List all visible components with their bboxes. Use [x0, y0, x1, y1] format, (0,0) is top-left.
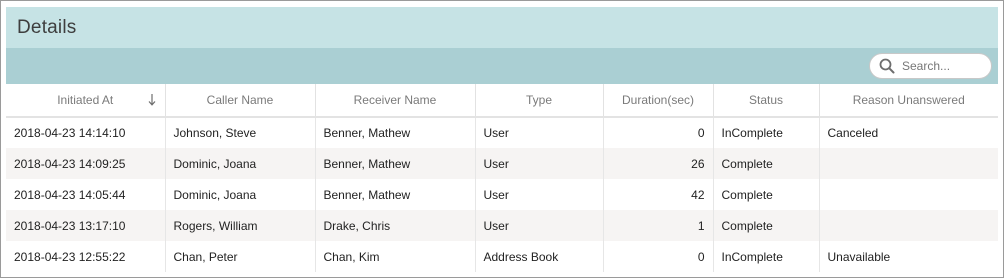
- search-input[interactable]: [902, 59, 982, 73]
- table-row[interactable]: 2018-04-23 14:14:10 Johnson, Steve Benne…: [6, 117, 998, 148]
- cell-reason-unanswered: [819, 179, 998, 210]
- column-header-status[interactable]: Status: [713, 84, 820, 118]
- cell-duration: 0: [603, 117, 714, 148]
- column-header-duration[interactable]: Duration(sec): [603, 84, 714, 118]
- cell-status: Complete: [713, 179, 820, 210]
- cell-caller-name: Chan, Peter: [165, 241, 316, 272]
- cell-caller-name: Dominic, Joana: [165, 179, 316, 210]
- column-header-label: Duration(sec): [621, 93, 695, 107]
- cell-reason-unanswered: Unavailable: [819, 241, 998, 272]
- cell-caller-name: Dominic, Joana: [165, 148, 316, 179]
- column-header-label: Type: [525, 93, 552, 107]
- cell-receiver-name: Benner, Mathew: [315, 179, 476, 210]
- sort-descending-icon[interactable]: [148, 93, 156, 106]
- cell-caller-name: Johnson, Steve: [165, 117, 316, 148]
- cell-type: User: [475, 210, 604, 241]
- column-header-type[interactable]: Type: [475, 84, 604, 118]
- table-header-row: Initiated At Caller Name Receiver Name T…: [6, 84, 998, 118]
- cell-initiated-at: 2018-04-23 14:05:44: [6, 179, 166, 210]
- column-header-initiated-at[interactable]: Initiated At: [6, 84, 166, 118]
- cell-type: User: [475, 148, 604, 179]
- cell-initiated-at: 2018-04-23 14:14:10: [6, 117, 166, 148]
- column-header-caller-name[interactable]: Caller Name: [165, 84, 316, 118]
- column-header-reason-unanswered[interactable]: Reason Unanswered: [819, 84, 998, 118]
- column-header-receiver-name[interactable]: Receiver Name: [315, 84, 476, 118]
- cell-reason-unanswered: [819, 210, 998, 241]
- panel-header: Details: [6, 7, 998, 48]
- column-header-label: Reason Unanswered: [852, 93, 965, 107]
- table-row[interactable]: 2018-04-23 12:55:22 Chan, Peter Chan, Ki…: [6, 241, 998, 272]
- cell-duration: 42: [603, 179, 714, 210]
- cell-receiver-name: Benner, Mathew: [315, 148, 476, 179]
- search-box[interactable]: [869, 53, 992, 79]
- cell-duration: 26: [603, 148, 714, 179]
- cell-duration: 1: [603, 210, 714, 241]
- cell-type: User: [475, 179, 604, 210]
- cell-status: Complete: [713, 148, 820, 179]
- calls-table: Initiated At Caller Name Receiver Name T…: [6, 84, 998, 272]
- cell-reason-unanswered: [819, 148, 998, 179]
- cell-caller-name: Rogers, William: [165, 210, 316, 241]
- cell-status: InComplete: [713, 241, 820, 272]
- column-header-label: Caller Name: [206, 93, 274, 107]
- cell-status: Complete: [713, 210, 820, 241]
- cell-status: InComplete: [713, 117, 820, 148]
- cell-initiated-at: 2018-04-23 13:17:10: [6, 210, 166, 241]
- column-header-label: Initiated At: [57, 93, 114, 107]
- cell-receiver-name: Chan, Kim: [315, 241, 476, 272]
- cell-duration: 0: [603, 241, 714, 272]
- table-row[interactable]: 2018-04-23 14:05:44 Dominic, Joana Benne…: [6, 179, 998, 210]
- cell-reason-unanswered: Canceled: [819, 117, 998, 148]
- cell-type: User: [475, 117, 604, 148]
- table-row[interactable]: 2018-04-23 14:09:25 Dominic, Joana Benne…: [6, 148, 998, 179]
- search-icon: [879, 58, 895, 74]
- toolbar: [6, 48, 998, 84]
- cell-type: Address Book: [475, 241, 604, 272]
- details-panel: Details Initiate: [0, 0, 1004, 278]
- column-header-label: Status: [748, 93, 784, 107]
- panel-title: Details: [17, 16, 77, 38]
- cell-receiver-name: Benner, Mathew: [315, 117, 476, 148]
- cell-receiver-name: Drake, Chris: [315, 210, 476, 241]
- cell-initiated-at: 2018-04-23 12:55:22: [6, 241, 166, 272]
- column-header-label: Receiver Name: [353, 93, 437, 107]
- cell-initiated-at: 2018-04-23 14:09:25: [6, 148, 166, 179]
- table-row[interactable]: 2018-04-23 13:17:10 Rogers, William Drak…: [6, 210, 998, 241]
